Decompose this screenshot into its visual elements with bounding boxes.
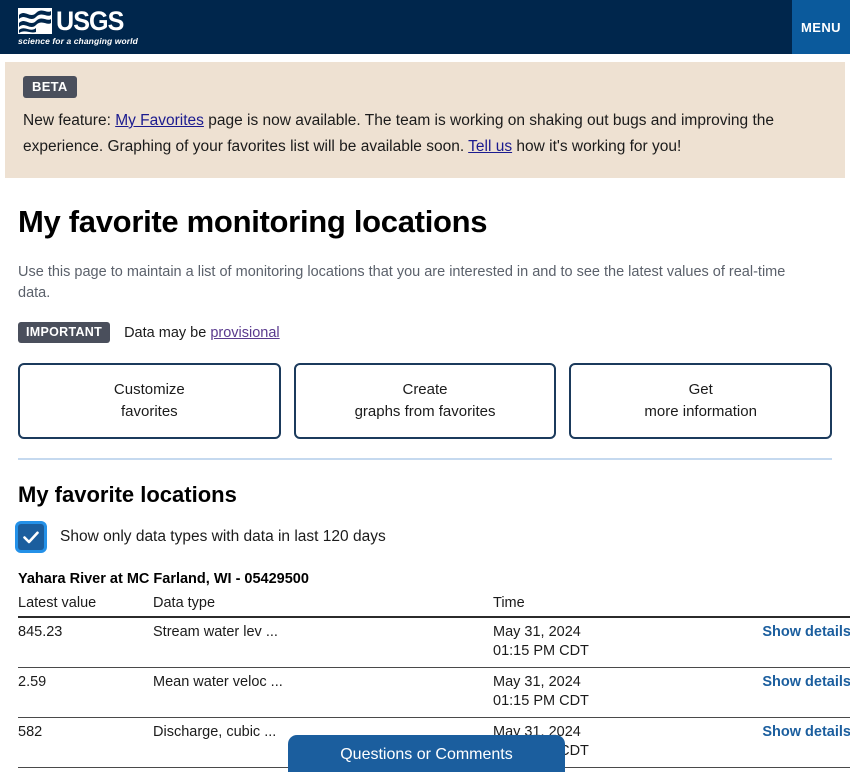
provisional-link[interactable]: provisional <box>210 325 279 341</box>
get-more-information-button[interactable]: Get more information <box>569 363 833 439</box>
customize-favorites-line2: favorites <box>120 403 178 420</box>
column-header-actions <box>693 595 850 618</box>
cell-action: Show details <box>693 617 850 668</box>
filter-checkbox-row: Show only data types with data in last 1… <box>18 524 832 550</box>
cell-time-date: May 31, 2024 <box>493 624 581 640</box>
cell-time-clock: 01:15 PM CDT <box>493 643 589 659</box>
customize-favorites-button[interactable]: Customize favorites <box>18 363 281 439</box>
table-row: 845.23 Stream water lev ... May 31, 2024… <box>18 617 850 668</box>
cell-time-clock: 01:15 PM CDT <box>493 693 589 709</box>
usgs-wave-icon <box>18 8 52 35</box>
check-icon <box>23 531 39 543</box>
usgs-logo[interactable]: USGS science for a changing world <box>18 8 138 46</box>
beta-banner-text: New feature: My Favorites page is now av… <box>23 108 813 160</box>
cell-action: Show details <box>693 767 850 772</box>
column-header-latest-value: Latest value <box>18 595 153 618</box>
action-button-row: Customize favorites Create graphs from f… <box>18 363 833 439</box>
show-details-button[interactable]: Show details <box>762 673 850 692</box>
main-content: My favorite monitoring locations Use thi… <box>0 204 850 772</box>
get-more-information-line1: Get <box>688 381 713 398</box>
cell-time: May 31, 2024 01:15 PM CDT <box>493 617 693 668</box>
cell-latest-value: 845.23 <box>18 617 153 668</box>
menu-button[interactable]: MENU <box>792 0 850 54</box>
beta-text-part1: New feature: <box>23 112 116 129</box>
cell-latest-value: 2.59 <box>18 667 153 718</box>
get-more-information-line2: more information <box>644 403 757 420</box>
customize-favorites-line1: Customize <box>113 381 185 398</box>
show-details-button[interactable]: Show details <box>762 723 850 742</box>
column-header-data-type: Data type <box>153 595 493 618</box>
cell-data-type: Mean water veloc ... <box>153 667 493 718</box>
provisional-text: Data may be provisional <box>124 325 280 341</box>
cell-time-date: May 31, 2024 <box>493 674 581 690</box>
beta-banner: BETA New feature: My Favorites page is n… <box>5 62 845 178</box>
column-header-time: Time <box>493 595 693 618</box>
recent-data-checkbox[interactable] <box>18 524 44 550</box>
provisional-notice: IMPORTANT Data may be provisional <box>18 322 832 343</box>
page-intro: Use this page to maintain a list of moni… <box>18 264 786 301</box>
create-graphs-line1: Create <box>402 381 448 398</box>
cell-latest-value: 5.32 <box>18 767 153 772</box>
tell-us-link[interactable]: Tell us <box>468 138 512 155</box>
cell-latest-value: 582 <box>18 717 153 768</box>
show-details-button[interactable]: Show details <box>762 623 850 642</box>
cell-time: May 31, 2024 01:15 PM CDT <box>493 667 693 718</box>
site-header: USGS science for a changing world MENU <box>0 0 850 54</box>
questions-or-comments-button[interactable]: Questions or Comments <box>288 735 565 772</box>
important-badge: IMPORTANT <box>18 322 111 343</box>
cell-action: Show details <box>693 717 850 768</box>
cell-action: Show details <box>693 667 850 718</box>
provisional-text-prefix: Data may be <box>124 324 211 341</box>
table-row: 2.59 Mean water veloc ... May 31, 2024 0… <box>18 667 850 718</box>
create-graphs-button[interactable]: Create graphs from favorites <box>293 363 557 439</box>
my-favorites-link[interactable]: My Favorites <box>115 112 204 129</box>
show-details-label: Show details <box>762 674 850 690</box>
show-details-label: Show details <box>762 624 850 640</box>
table-header-row: Latest value Data type Time <box>18 595 850 618</box>
usgs-wordmark: USGS <box>56 6 124 37</box>
recent-data-checkbox-label: Show only data types with data in last 1… <box>60 528 386 545</box>
show-details-label: Show details <box>762 724 850 740</box>
usgs-tagline: science for a changing world <box>18 36 138 47</box>
cell-data-type: Stream water lev ... <box>153 617 493 668</box>
beta-text-part3: how it's working for you! <box>512 138 682 155</box>
favorites-section-title: My favorite locations <box>18 482 237 507</box>
page-root: USGS science for a changing world MENU B… <box>0 0 850 772</box>
beta-badge: BETA <box>23 76 77 98</box>
location-title-yahara: Yahara River at MC Farland, WI - 0542950… <box>18 571 309 587</box>
create-graphs-line2: graphs from favorites <box>354 403 496 420</box>
section-divider <box>18 458 832 460</box>
page-title: My favorite monitoring locations <box>18 204 488 239</box>
